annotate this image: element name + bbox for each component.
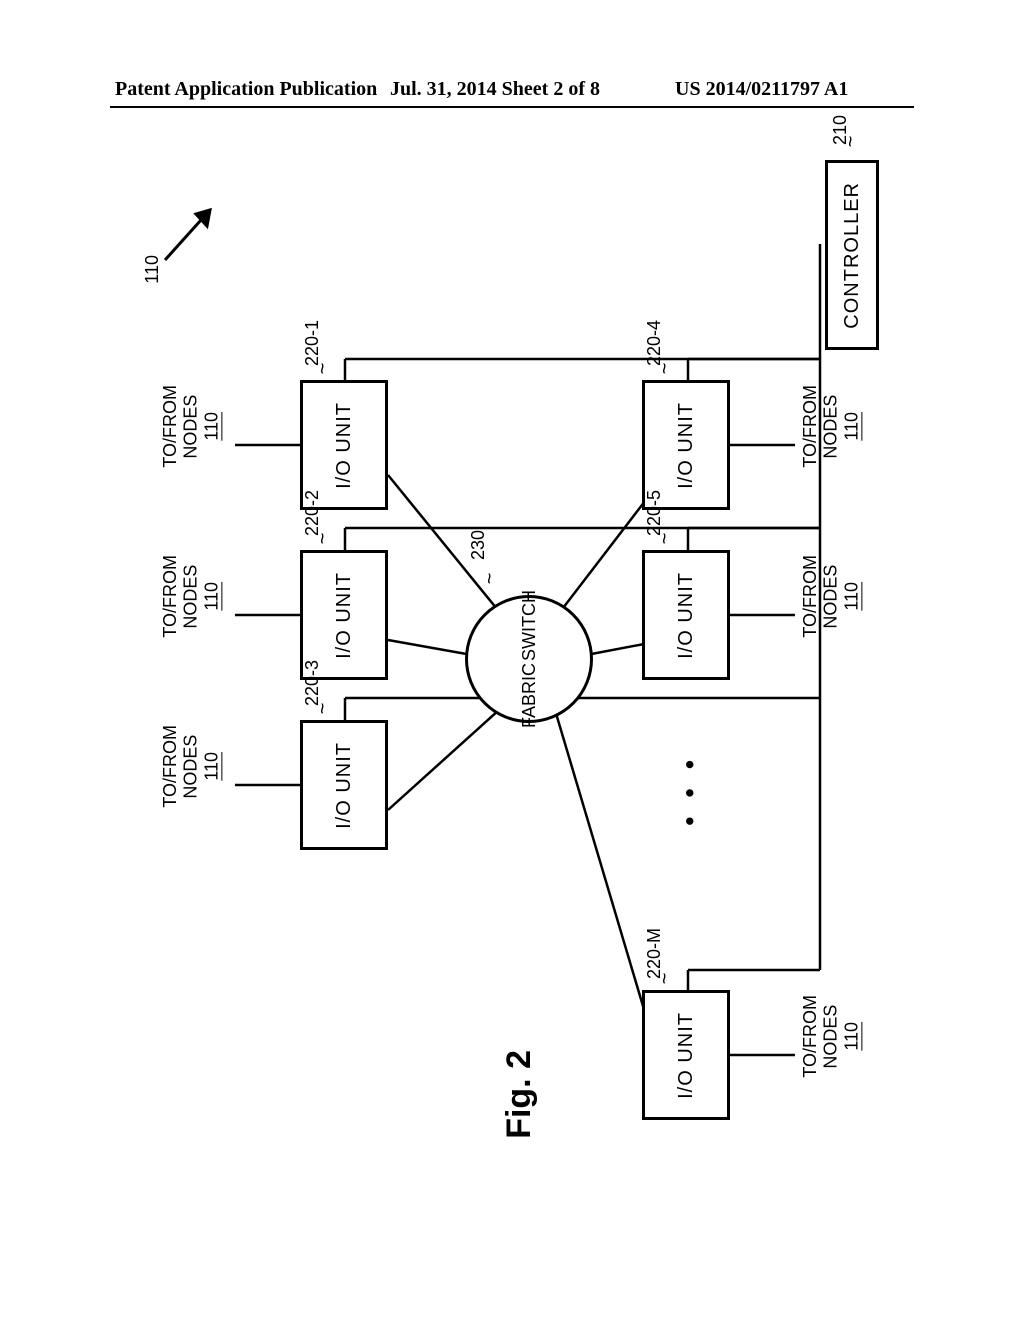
switch-fabric: SWITCH FABRIC: [465, 595, 593, 723]
header-center-text: Jul. 31, 2014 Sheet 2 of 8: [390, 78, 600, 101]
external-link-5: TO/FROM NODES 110: [800, 555, 862, 638]
external-ref: 110: [841, 412, 862, 441]
io-unit-label: I/O UNIT: [675, 572, 698, 659]
external-line1: TO/FROM: [160, 555, 181, 638]
external-line2: NODES: [821, 1004, 842, 1068]
external-line2: NODES: [821, 564, 842, 628]
external-line1: TO/FROM: [800, 385, 821, 468]
io-unit-label: I/O UNIT: [675, 1012, 698, 1099]
squiggle-icon: ~: [309, 703, 332, 715]
ellipsis-icon: • • •: [674, 760, 705, 832]
squiggle-icon: ~: [651, 533, 674, 545]
external-link-3: TO/FROM NODES 110: [160, 725, 222, 808]
header-right-text: US 2014/0211797 A1: [675, 78, 848, 101]
external-line1: TO/FROM: [800, 555, 821, 638]
external-ref: 110: [201, 582, 222, 611]
io-unit-1-ref: 220-1: [302, 320, 323, 366]
io-unit-m: I/O UNIT: [642, 990, 730, 1120]
external-line1: TO/FROM: [160, 725, 181, 808]
external-ref: 110: [201, 752, 222, 781]
external-line2: NODES: [181, 734, 202, 798]
io-unit-label: I/O UNIT: [333, 572, 356, 659]
io-unit-5-ref: 220-5: [644, 490, 665, 536]
system-ref-label: 110: [142, 255, 163, 284]
io-unit-5: I/O UNIT: [642, 550, 730, 680]
external-line2: NODES: [181, 394, 202, 458]
header-rule: [110, 106, 914, 108]
figure-caption: Fig. 2: [500, 1050, 539, 1139]
switch-fabric-line2: FABRIC: [519, 663, 540, 728]
figure-diagram: 110 CONTROLLER 210 ~ SWITCH FABRIC 230 ~…: [130, 170, 890, 1190]
squiggle-icon: ~: [837, 136, 860, 148]
io-unit-label: I/O UNIT: [333, 742, 356, 829]
squiggle-icon: ~: [651, 363, 674, 375]
io-unit-label: I/O UNIT: [333, 402, 356, 489]
external-link-4: TO/FROM NODES 110: [800, 385, 862, 468]
external-line2: NODES: [821, 394, 842, 458]
io-unit-3: I/O UNIT: [300, 720, 388, 850]
external-line1: TO/FROM: [160, 385, 181, 468]
io-unit-label: I/O UNIT: [675, 402, 698, 489]
external-link-2: TO/FROM NODES 110: [160, 555, 222, 638]
io-unit-m-ref: 220-M: [644, 928, 665, 979]
controller-box: CONTROLLER: [825, 160, 879, 350]
io-unit-3-ref: 220-3: [302, 660, 323, 706]
external-link-m: TO/FROM NODES 110: [800, 995, 862, 1078]
squiggle-icon: ~: [651, 973, 674, 985]
io-unit-4-ref: 220-4: [644, 320, 665, 366]
squiggle-icon: ~: [309, 363, 332, 375]
switch-fabric-line1: SWITCH: [519, 590, 540, 661]
external-ref: 110: [841, 1022, 862, 1051]
squiggle-icon: ~: [309, 533, 332, 545]
io-unit-2-ref: 220-2: [302, 490, 323, 536]
switch-fabric-ref: 230: [468, 530, 489, 560]
external-line1: TO/FROM: [800, 995, 821, 1078]
header-left-text: Patent Application Publication: [115, 78, 377, 101]
external-ref: 110: [841, 582, 862, 611]
page: Patent Application Publication Jul. 31, …: [0, 0, 1024, 1320]
external-line2: NODES: [181, 564, 202, 628]
external-ref: 110: [201, 412, 222, 441]
controller-label: CONTROLLER: [841, 182, 864, 329]
external-link-1: TO/FROM NODES 110: [160, 385, 222, 468]
squiggle-icon: ~: [476, 573, 499, 585]
